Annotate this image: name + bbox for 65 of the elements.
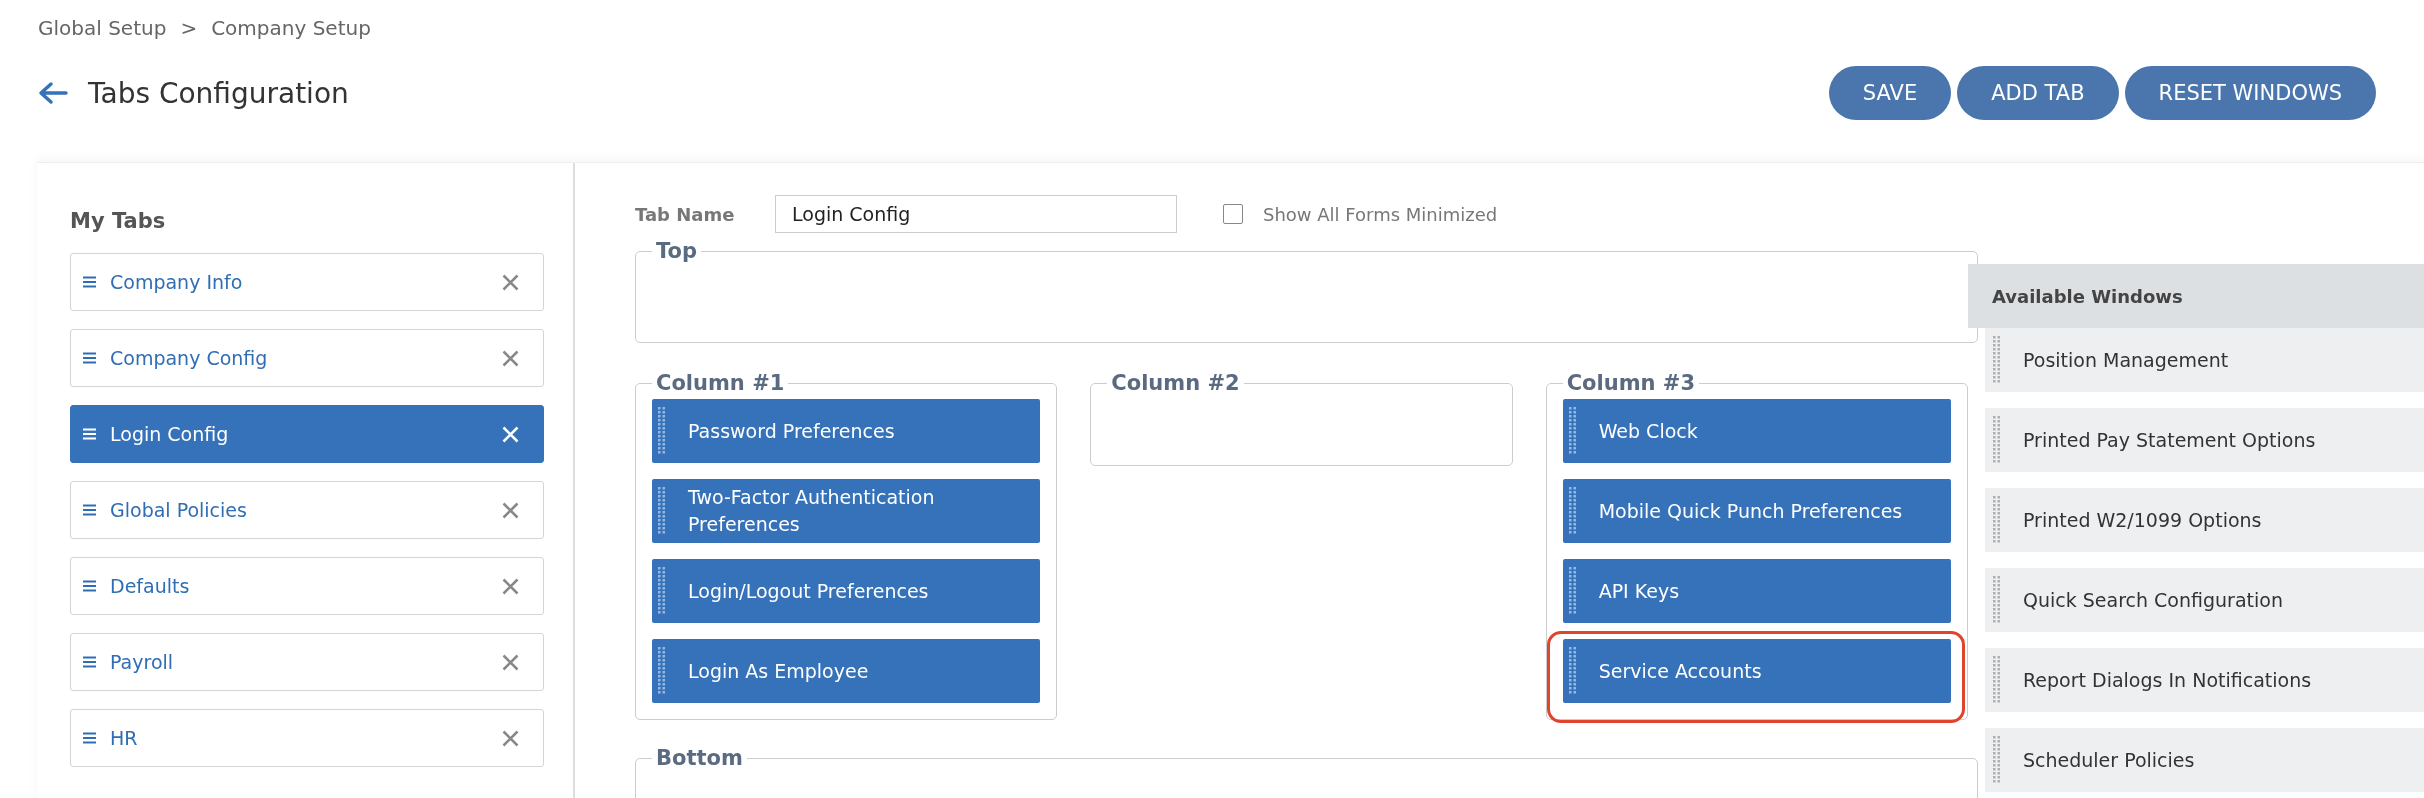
- drag-handle-icon[interactable]: [83, 732, 96, 744]
- close-icon[interactable]: [502, 501, 519, 519]
- window-block[interactable]: API Keys: [1562, 559, 1951, 623]
- tab-item[interactable]: Payroll: [70, 633, 544, 691]
- available-window-item[interactable]: Report Dialogs In Notifications: [1985, 648, 2424, 712]
- available-window-item[interactable]: Scheduler Policies: [1985, 728, 2424, 792]
- grip-icon[interactable]: [1568, 487, 1577, 535]
- zone-title: Bottom: [655, 746, 744, 770]
- checkbox-label: Show All Forms Minimized: [1263, 203, 1498, 225]
- grip-icon[interactable]: [1568, 407, 1577, 455]
- action-button[interactable]: SAVE: [1828, 66, 1952, 120]
- window-block[interactable]: Web Clock: [1562, 399, 1951, 463]
- close-icon[interactable]: [502, 273, 519, 291]
- tab-item[interactable]: Global Policies: [70, 481, 544, 539]
- window-block[interactable]: Password Preferences: [652, 399, 1041, 463]
- grip-icon[interactable]: [1993, 416, 2001, 464]
- action-button[interactable]: ADD TAB: [1957, 66, 2119, 120]
- field-label: Tab Name: [635, 203, 736, 225]
- tab-item[interactable]: HR: [70, 709, 544, 767]
- available-window-item[interactable]: Printed Pay Statement Options: [1985, 408, 2424, 472]
- back-arrow-icon[interactable]: [38, 81, 68, 105]
- tab-item[interactable]: Company Info: [70, 253, 544, 311]
- breadcrumb-link[interactable]: Company Setup: [211, 16, 371, 40]
- breadcrumb-separator: >: [180, 16, 198, 40]
- drag-handle-icon[interactable]: [83, 352, 96, 364]
- grip-icon[interactable]: [1993, 336, 2001, 384]
- zone-title: Column #2: [1110, 371, 1241, 395]
- window-block[interactable]: Login/Logout Preferences: [652, 559, 1041, 623]
- grip-icon[interactable]: [1568, 567, 1577, 615]
- drag-handle-icon[interactable]: [83, 276, 96, 288]
- zone-title: Top: [655, 239, 698, 263]
- grip-icon[interactable]: [658, 567, 666, 615]
- available-window-item[interactable]: Quick Search Configuration: [1985, 568, 2424, 632]
- grip-icon[interactable]: [658, 647, 666, 695]
- window-block[interactable]: Two-Factor Authentication Preferences: [652, 479, 1041, 543]
- checkbox[interactable]: [1223, 204, 1243, 224]
- section-title: My Tabs: [70, 209, 167, 233]
- tab-item[interactable]: Defaults: [70, 557, 544, 615]
- available-window-item[interactable]: Printed W2/1099 Options: [1985, 488, 2424, 552]
- tab-name-field[interactable]: Login Config: [775, 195, 1177, 233]
- close-icon[interactable]: [502, 653, 519, 671]
- close-icon[interactable]: [502, 349, 519, 367]
- action-button[interactable]: RESET WINDOWS: [2124, 66, 2376, 120]
- grip-icon[interactable]: [1993, 496, 2001, 544]
- grip-icon[interactable]: [1993, 656, 2001, 704]
- panel-header: Available Windows: [1968, 264, 2424, 328]
- grip-icon[interactable]: [658, 487, 666, 535]
- grip-icon[interactable]: [1993, 576, 2001, 624]
- tab-item[interactable]: Company Config: [70, 329, 544, 387]
- window-block[interactable]: Login As Employee: [652, 639, 1041, 703]
- close-icon[interactable]: [502, 729, 519, 747]
- zone-title: Column #3: [1565, 371, 1696, 395]
- drag-handle-icon[interactable]: [83, 504, 96, 516]
- grip-icon[interactable]: [1993, 736, 2001, 784]
- window-block[interactable]: Service Accounts: [1562, 639, 1951, 703]
- available-window-item[interactable]: Position Management: [1985, 328, 2424, 392]
- grip-icon[interactable]: [658, 407, 666, 455]
- zone-title: Column #1: [655, 371, 786, 395]
- grip-icon[interactable]: [1568, 647, 1577, 695]
- close-icon[interactable]: [502, 577, 519, 595]
- window-block[interactable]: Mobile Quick Punch Preferences: [1562, 479, 1951, 543]
- drag-handle-icon[interactable]: [83, 580, 96, 592]
- page-title: Tabs Configuration: [88, 76, 349, 110]
- breadcrumb-link[interactable]: Global Setup: [38, 16, 167, 40]
- drag-handle-icon[interactable]: [83, 656, 96, 668]
